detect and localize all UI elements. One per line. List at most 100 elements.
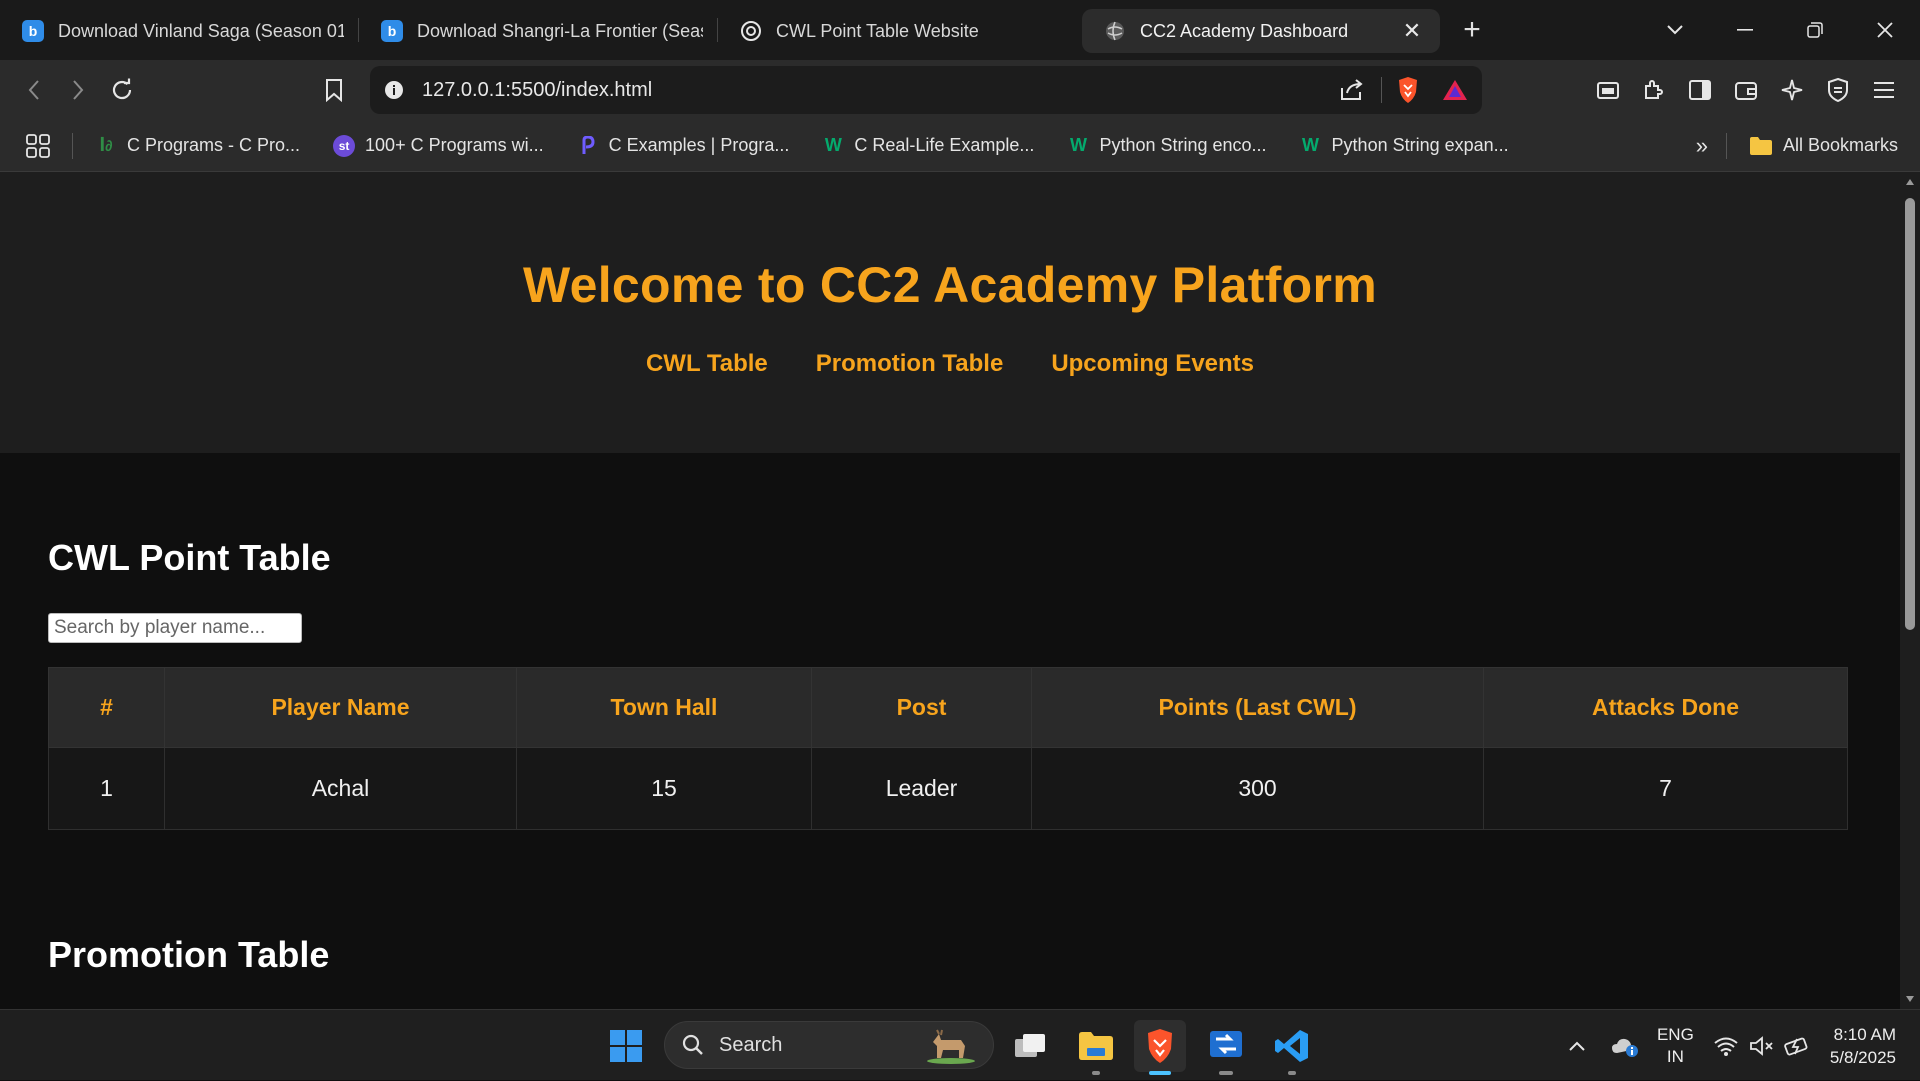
remote-app-icon[interactable] — [1200, 1020, 1252, 1075]
column-header-player-name: Player Name — [164, 667, 517, 748]
svg-text:b: b — [388, 23, 397, 39]
scrollbar-thumb[interactable] — [1905, 198, 1915, 630]
bookmark-item[interactable]: W Python String expan... — [1300, 135, 1509, 157]
vscode-icon[interactable] — [1266, 1020, 1318, 1075]
bookmark-label: Python String enco... — [1099, 135, 1267, 155]
show-hidden-icons-chevron[interactable] — [1559, 1028, 1595, 1064]
table-row: 1 Achal 15 Leader 300 7 — [48, 747, 1848, 830]
bookmarks-overflow-button[interactable]: » — [1696, 133, 1708, 159]
tab-shangri-la[interactable]: b Download Shangri-La Frontier (Seas — [359, 9, 717, 53]
tab-cc2-dashboard[interactable]: CC2 Academy Dashboard ✕ — [1082, 9, 1440, 53]
tab-title: CWL Point Table Website — [776, 20, 979, 41]
column-header-town-hall: Town Hall — [516, 667, 812, 748]
site-header: Welcome to CC2 Academy Platform CWL Tabl… — [0, 172, 1900, 453]
sidebar-icon[interactable] — [1678, 68, 1722, 112]
globe-icon — [740, 20, 762, 42]
close-window-icon[interactable] — [1850, 0, 1920, 60]
vpn-shield-icon[interactable] — [1816, 68, 1860, 112]
forward-icon[interactable] — [56, 68, 100, 112]
all-bookmarks-button[interactable]: All Bookmarks — [1749, 135, 1898, 156]
window-controls — [1640, 0, 1920, 60]
windows-taskbar: Search ENG IN 8:10 AM 5/8/2025 — [0, 1009, 1920, 1080]
reload-icon[interactable] — [100, 68, 144, 112]
active-indicator — [1149, 1071, 1171, 1075]
leo-ai-icon[interactable] — [1770, 68, 1814, 112]
apps-grid-icon[interactable] — [26, 133, 50, 158]
taskbar-search-box[interactable]: Search — [664, 1021, 994, 1069]
promotion-heading: Promotion Table — [48, 934, 330, 975]
extensions-icon[interactable] — [1632, 68, 1676, 112]
cell-rank: 1 — [48, 747, 165, 830]
bookmarks-divider — [1725, 132, 1727, 159]
scroll-down-icon[interactable] — [1905, 995, 1915, 1003]
address-bar[interactable]: 127.0.0.1:5500/index.html — [370, 66, 1482, 114]
cwl-heading: CWL Point Table — [48, 537, 331, 578]
running-indicator — [1092, 1071, 1100, 1075]
tab-search-chevron-icon[interactable] — [1640, 0, 1710, 60]
page-scrollbar[interactable] — [1900, 172, 1920, 1009]
all-bookmarks-label: All Bookmarks — [1782, 135, 1898, 155]
bookmark-item[interactable]: st 100+ C Programs wi... — [333, 134, 544, 157]
w3schools-icon: W — [1302, 135, 1320, 155]
wallet-icon[interactable] — [1724, 68, 1768, 112]
system-tray: ENG IN 8:10 AM 5/8/2025 — [1559, 1010, 1920, 1081]
start-windows-icon[interactable] — [600, 1020, 652, 1072]
bookmark-label: C Examples | Progra... — [608, 135, 790, 155]
region-label: IN — [1666, 1046, 1684, 1066]
bing-icon: b — [22, 20, 44, 42]
battery-charging-icon[interactable] — [1780, 1028, 1816, 1064]
close-tab-icon[interactable]: ✕ — [1398, 17, 1426, 45]
browser-toolbar: 127.0.0.1:5500/index.html — [0, 60, 1920, 120]
brave-shields-icon[interactable] — [1396, 76, 1420, 104]
cwl-point-table: # Player Name Town Hall Post Points (Las… — [48, 667, 1848, 830]
tab-vinland-saga[interactable]: b Download Vinland Saga (Season 01 — [0, 9, 358, 53]
clock[interactable]: 8:10 AM 5/8/2025 — [1830, 1023, 1896, 1069]
restore-icon[interactable] — [1780, 0, 1850, 60]
url-text[interactable]: 127.0.0.1:5500/index.html — [422, 79, 1339, 102]
task-view-icon[interactable] — [1004, 1020, 1056, 1072]
column-header-post: Post — [811, 667, 1032, 748]
promotion-section: Promotion Table — [0, 934, 1900, 976]
taskbar-search-label: Search — [719, 1033, 783, 1056]
site-title: Welcome to CC2 Academy Platform — [523, 257, 1377, 313]
programiz-icon — [577, 135, 599, 157]
w3schools-icon: W — [824, 135, 842, 155]
player-search-input[interactable] — [48, 613, 302, 643]
globe-icon — [1104, 20, 1126, 42]
tab-cwl-point-table[interactable]: CWL Point Table Website — [718, 9, 1076, 53]
cast-extension-icon[interactable] — [1586, 68, 1630, 112]
bookmark-item[interactable]: ꟾ∂ C Programs - C Pro... — [95, 135, 301, 157]
nav-link-promotion-table[interactable]: Promotion Table — [816, 350, 1004, 378]
site-info-icon[interactable] — [384, 80, 404, 100]
language-indicator[interactable]: ENG IN — [1657, 1024, 1694, 1068]
tab-title: Download Shangri-La Frontier (Seas — [417, 20, 703, 41]
minimize-icon[interactable] — [1710, 0, 1780, 60]
bing-icon: b — [381, 20, 403, 42]
onedrive-icon[interactable] — [1607, 1028, 1643, 1064]
cwl-section: CWL Point Table # Player Name Town Hall … — [0, 537, 1900, 830]
nav-link-upcoming-events[interactable]: Upcoming Events — [1051, 350, 1254, 378]
menu-icon[interactable] — [1862, 68, 1906, 112]
speaker-muted-icon[interactable] — [1744, 1028, 1780, 1064]
brave-rewards-icon[interactable] — [1442, 78, 1468, 102]
wifi-icon[interactable] — [1708, 1028, 1744, 1064]
st-icon: st — [333, 134, 356, 157]
share-icon[interactable] — [1339, 78, 1365, 102]
folder-icon — [1749, 136, 1773, 156]
bookmark-label: 100+ C Programs wi... — [365, 135, 544, 155]
nav-link-cwl-table[interactable]: CWL Table — [646, 350, 768, 378]
new-tab-button[interactable]: + — [1448, 8, 1496, 52]
w3schools-icon: W — [1069, 135, 1087, 155]
bookmark-item[interactable]: W Python String enco... — [1067, 135, 1267, 157]
scroll-up-icon[interactable] — [1905, 178, 1915, 186]
file-explorer-icon[interactable] — [1070, 1020, 1122, 1075]
bookmark-item[interactable]: C Examples | Progra... — [577, 135, 790, 157]
cell-player-name: Achal — [164, 747, 517, 830]
bookmark-item[interactable]: W C Real-Life Example... — [822, 135, 1035, 157]
bookmarks-bar: ꟾ∂ C Programs - C Pro... st 100+ C Progr… — [0, 120, 1920, 172]
brave-browser-taskbar-icon[interactable] — [1134, 1020, 1186, 1075]
back-icon[interactable] — [12, 68, 56, 112]
bookmark-icon[interactable] — [312, 68, 356, 112]
search-icon — [682, 1034, 703, 1055]
column-header-rank: # — [48, 667, 165, 748]
